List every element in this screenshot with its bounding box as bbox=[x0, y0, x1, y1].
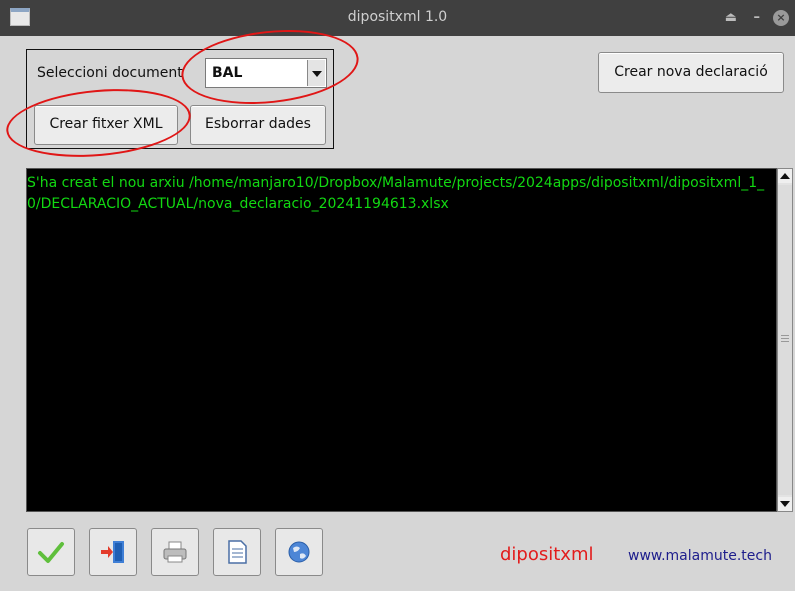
scroll-thumb[interactable] bbox=[778, 185, 792, 495]
eject-icon[interactable]: ⏏ bbox=[725, 10, 737, 26]
new-declaration-button-label: Crear nova declaració bbox=[614, 64, 768, 80]
minimize-button[interactable]: – bbox=[754, 10, 761, 26]
globe-icon bbox=[288, 541, 310, 563]
scroll-up-icon[interactable] bbox=[778, 169, 792, 183]
output-console[interactable]: S'ha creat el nou arxiu /home/manjaro10/… bbox=[26, 168, 777, 512]
web-button[interactable] bbox=[275, 528, 323, 576]
scroll-down-icon[interactable] bbox=[778, 497, 792, 511]
close-icon: × bbox=[776, 11, 786, 24]
document-icon bbox=[228, 540, 247, 564]
clear-data-button-label: Esborrar dades bbox=[205, 116, 311, 132]
exit-door-icon bbox=[101, 541, 124, 563]
output-message: S'ha creat el nou arxiu /home/manjaro10/… bbox=[27, 175, 765, 212]
confirm-button[interactable] bbox=[27, 528, 75, 576]
clear-data-button[interactable]: Esborrar dades bbox=[190, 105, 326, 145]
close-button[interactable]: × bbox=[773, 10, 789, 26]
scroll-grip bbox=[781, 338, 789, 339]
print-button[interactable] bbox=[151, 528, 199, 576]
brand-name: dipositxml bbox=[500, 544, 594, 565]
printer-icon bbox=[163, 541, 187, 563]
window-title: dipositxml 1.0 bbox=[347, 9, 448, 25]
scroll-grip bbox=[781, 341, 789, 342]
new-declaration-button[interactable]: Crear nova declaració bbox=[598, 52, 784, 93]
checkmark-icon bbox=[38, 542, 64, 563]
output-scrollbar[interactable] bbox=[777, 168, 793, 512]
exit-button[interactable] bbox=[89, 528, 137, 576]
website-link[interactable]: www.malamute.tech bbox=[628, 548, 772, 564]
document-select-label: Seleccioni document bbox=[37, 65, 183, 81]
document-button[interactable] bbox=[213, 528, 261, 576]
scroll-grip bbox=[781, 335, 789, 336]
window-titlebar: dipositxml 1.0 ⏏ – × bbox=[0, 0, 795, 36]
